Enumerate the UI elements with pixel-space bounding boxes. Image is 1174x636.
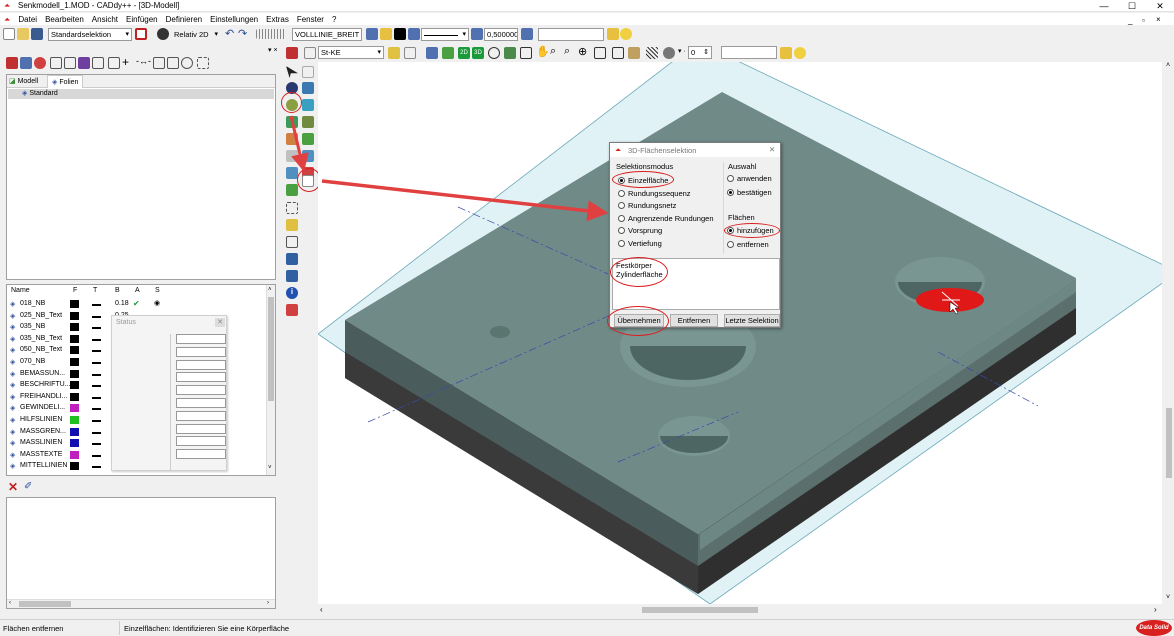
last-selection-button[interactable]: Letzte Selektion xyxy=(724,314,780,327)
face-radio-label: entfernen xyxy=(737,240,769,249)
mode-radio[interactable]: Angrenzende Rundungen xyxy=(618,214,714,223)
arrow xyxy=(321,179,609,222)
radio-icon xyxy=(618,202,625,210)
mode-radio-label: Rundungssequenz xyxy=(628,188,691,198)
highlight-oval xyxy=(607,306,669,336)
choice-radio[interactable]: bestätigen xyxy=(727,188,772,197)
radio-icon xyxy=(727,175,734,182)
mode-radio[interactable]: Rundungssequenz xyxy=(618,189,691,198)
mode-group-label: Selektionsmodus xyxy=(616,162,674,171)
face-radio[interactable]: entfernen xyxy=(727,240,769,249)
mode-radio-label: Rundungsnetz xyxy=(628,201,677,211)
mode-radio-label: Angrenzende Rundungen xyxy=(628,213,714,223)
app-logo-icon: ⏶ xyxy=(615,145,621,154)
face-selection-dialog: ⏶ 3D-Flächenselektion ✕ Selektionsmodus … xyxy=(607,142,781,336)
status-message: Einzelflächen: Identifizieren Sie eine K… xyxy=(124,624,290,633)
status-left: Flächen entfernen xyxy=(3,624,64,633)
divider xyxy=(119,621,120,635)
radio-icon xyxy=(618,214,625,222)
mode-radio[interactable]: Vorsprung xyxy=(618,226,662,235)
remove-button[interactable]: Entfernen xyxy=(670,314,718,327)
faces-group-label: Flächen xyxy=(728,213,755,222)
dialog-close-button[interactable]: ✕ xyxy=(769,145,775,154)
mode-radio[interactable]: Vertiefung xyxy=(618,239,662,248)
datasolid-logo: Data Solid xyxy=(1136,620,1172,636)
highlight-oval xyxy=(610,257,668,287)
mode-radio-label: Vertiefung xyxy=(628,239,662,248)
choice-group-label: Auswahl xyxy=(728,162,757,171)
radio-icon xyxy=(727,188,734,196)
dialog-header: ⏶ 3D-Flächenselektion ✕ xyxy=(610,143,780,157)
divider xyxy=(723,162,724,254)
radio-icon xyxy=(727,241,734,248)
mode-radio[interactable]: Rundungsnetz xyxy=(618,201,676,210)
radio-icon xyxy=(618,189,625,197)
choice-radio[interactable]: anwenden xyxy=(727,174,772,183)
choice-radio-label: bestätigen xyxy=(737,187,772,197)
highlight-oval xyxy=(724,223,780,238)
radio-icon xyxy=(618,227,625,235)
status-bar: Flächen entfernen Einzelflächen: Identif… xyxy=(0,619,1174,636)
highlight-oval xyxy=(612,171,674,188)
annotation-arrows xyxy=(289,115,609,222)
choice-radio-label: anwenden xyxy=(737,174,772,183)
dialog-title: 3D-Flächenselektion xyxy=(628,146,697,155)
radio-icon xyxy=(618,240,625,247)
arrow xyxy=(289,115,309,172)
mode-radio-label: Vorsprung xyxy=(628,226,663,236)
